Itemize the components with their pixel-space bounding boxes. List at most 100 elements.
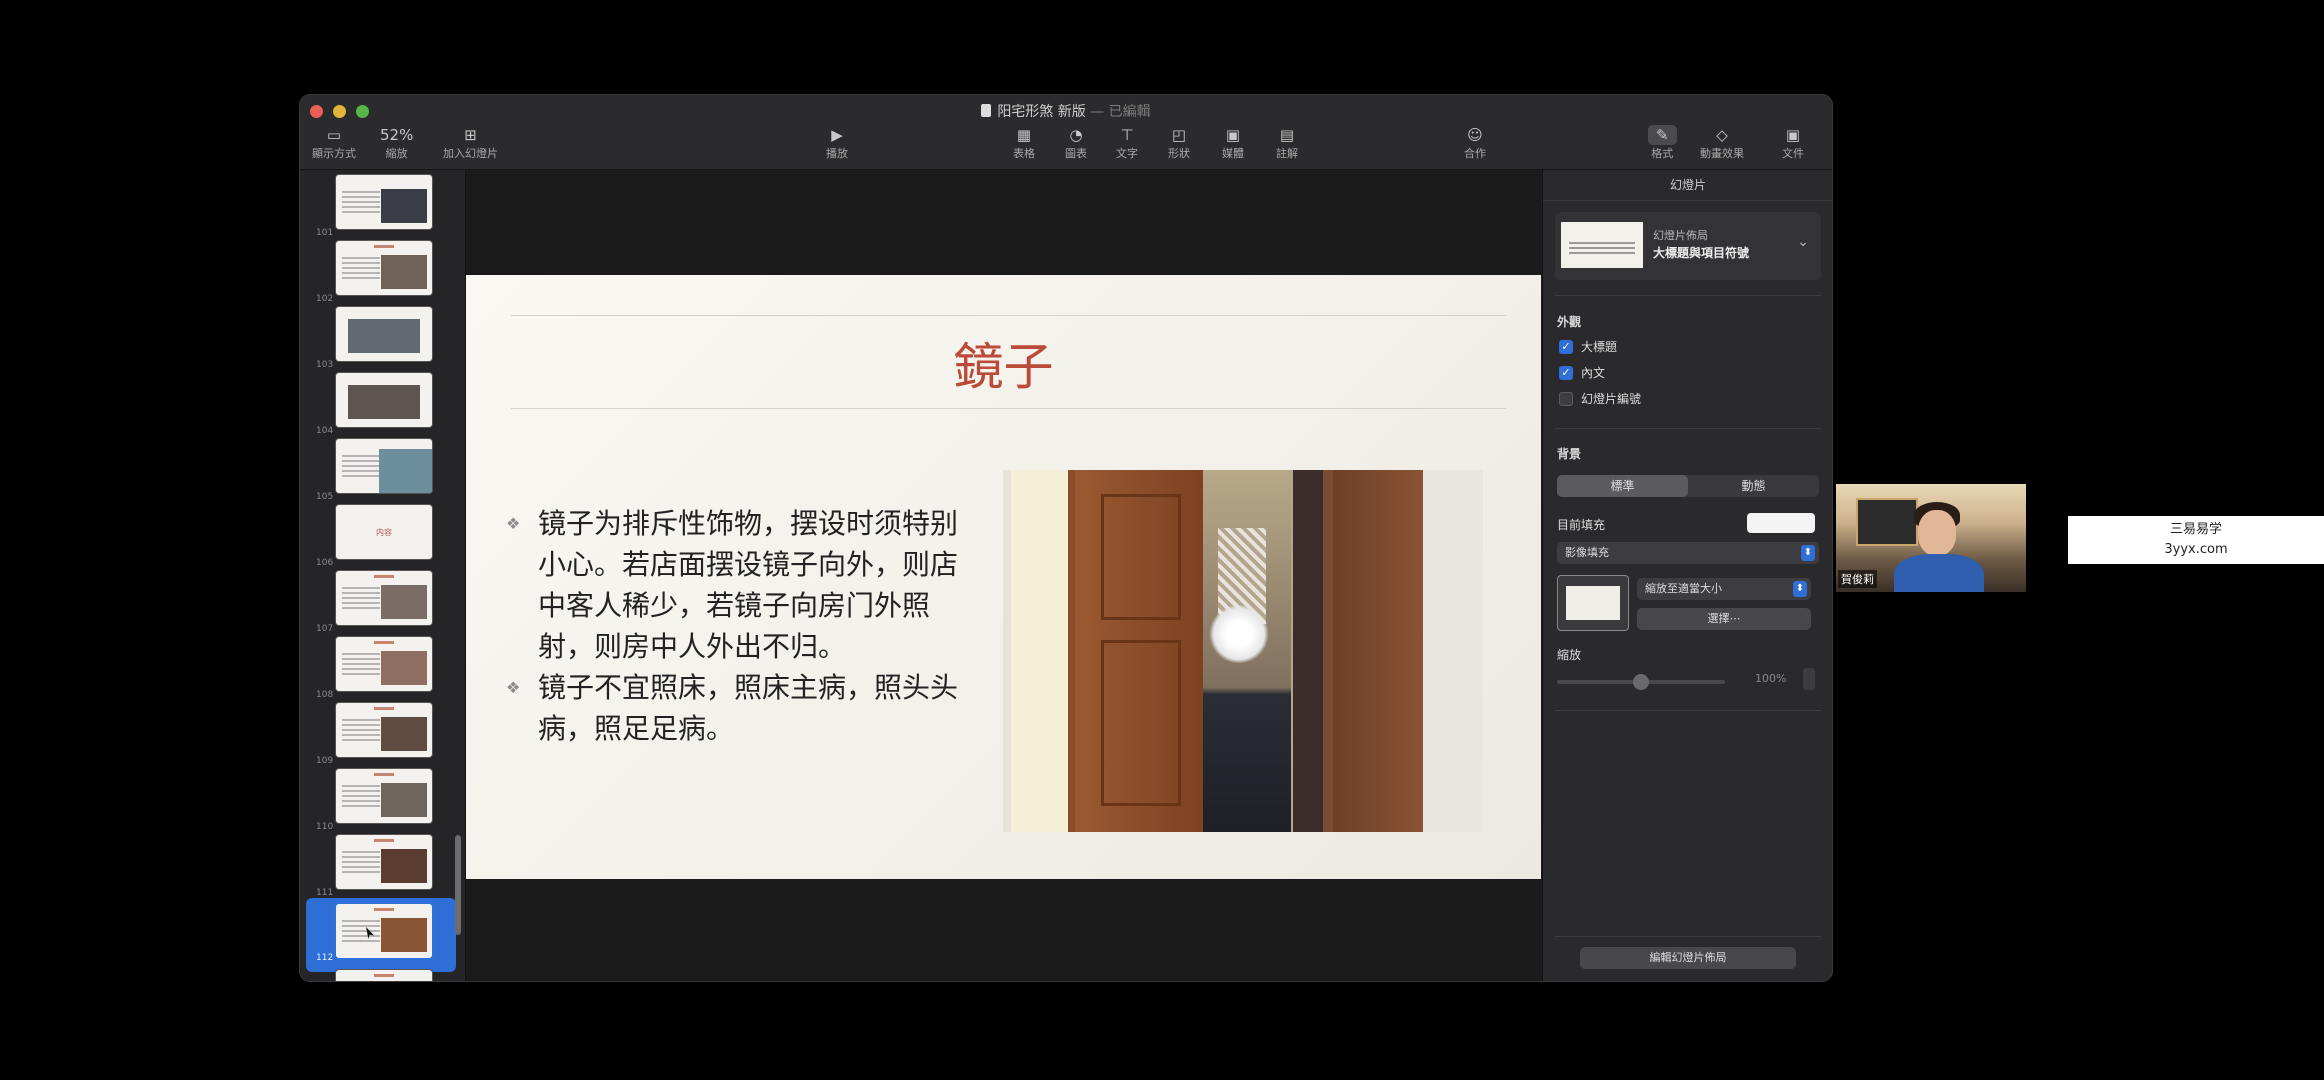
shape-button[interactable]: ◰ 形狀 <box>1168 125 1190 161</box>
wooden-door-right <box>1333 470 1423 832</box>
animate-label: 動畫效果 <box>1700 147 1744 160</box>
slide-thumbnail-102[interactable] <box>336 241 432 295</box>
slide-thumbnail-112[interactable] <box>336 904 432 958</box>
presenter-name: 賀俊莉 <box>1838 570 1877 588</box>
slide-title[interactable]: 鏡子 <box>466 327 1541 399</box>
comment-icon: ▤ <box>1279 126 1295 144</box>
table-button[interactable]: ▦ 表格 <box>1013 125 1035 161</box>
choose-image-button[interactable]: 選擇⋯ <box>1637 608 1811 630</box>
slide-number: 107 <box>316 624 334 634</box>
text-button[interactable]: ⊤ 文字 <box>1116 125 1138 161</box>
fill-color-swatch[interactable] <box>1747 513 1815 533</box>
slide-thumbnail-101[interactable] <box>336 175 432 229</box>
slide-thumbnail-104[interactable] <box>336 373 432 427</box>
slide-thumbnail-label: 内容 <box>376 528 392 537</box>
slide-number: 103 <box>316 360 334 370</box>
view-label: 顯示方式 <box>312 147 356 160</box>
slider-knob[interactable] <box>1633 674 1649 690</box>
watermark-title: 三易易学 <box>2169 522 2222 537</box>
play-icon: ▶ <box>831 126 843 144</box>
sidebar-icon: ▭ <box>326 126 342 144</box>
presenter-body <box>1894 554 1984 592</box>
play-button[interactable]: ▶ 播放 <box>826 125 848 161</box>
add-slide-icon: ⊞ <box>464 126 477 144</box>
format-brush-icon: ✎ <box>1648 125 1677 145</box>
current-slide[interactable]: 鏡子 镜子为排斥性饰物，摆设时须特别小心。若店面摆设镜子向外，则店中客人稀少，若… <box>466 275 1541 879</box>
slide-body[interactable]: 镜子为排斥性饰物，摆设时须特别小心。若店面摆设镜子向外，则店中客人稀少，若镜子向… <box>506 503 966 749</box>
add-slide-button[interactable]: ⊞ 加入幻燈片 <box>443 125 498 161</box>
text-label: 文字 <box>1116 147 1138 160</box>
keynote-window: 阳宅形煞 新版 — 已編輯 ▭ 顯示方式 52% 縮放 ⊞ 加入幻燈片 ▶ 播放… <box>300 95 1832 981</box>
body-checkbox[interactable]: ✓ 內文 <box>1559 364 1605 381</box>
chevron-down-icon: ⌄ <box>1797 234 1809 250</box>
zoom-button[interactable]: 52% 縮放 <box>380 125 413 161</box>
slide-thumbnail-109[interactable] <box>336 703 432 757</box>
background-heading: 背景 <box>1557 447 1582 461</box>
slide-thumbnail-105[interactable] <box>336 439 432 493</box>
slide-thumbnail-106[interactable]: 内容 <box>336 505 432 559</box>
image-well[interactable] <box>1557 575 1629 631</box>
title-checkbox[interactable]: ✓ 大標題 <box>1559 338 1617 355</box>
orchid-flowers <box>1208 605 1270 663</box>
collaborate-label: 合作 <box>1464 147 1486 160</box>
slide-layout-picker[interactable]: 幻燈片佈局 大標題與項目符號 ⌄ <box>1555 212 1821 280</box>
slide-number: 112 <box>316 953 334 963</box>
slide-thumbnail-110[interactable] <box>336 769 432 823</box>
layout-value: 大標題與項目符號 <box>1653 246 1750 260</box>
scale-slider[interactable] <box>1557 674 1725 690</box>
chart-button[interactable]: ◔ 圖表 <box>1065 125 1087 161</box>
chart-icon: ◔ <box>1069 126 1083 144</box>
scale-value[interactable]: 100% <box>1755 672 1786 685</box>
document-button[interactable]: ▣ 文件 <box>1782 125 1804 161</box>
checkmark-icon: ✓ <box>1559 365 1573 380</box>
media-label: 媒體 <box>1222 147 1244 160</box>
comment-button[interactable]: ▤ 註解 <box>1276 125 1298 161</box>
bullet-item: 镜子为排斥性饰物，摆设时须特别小心。若店面摆设镜子向外，则店中客人稀少，若镜子向… <box>506 503 966 667</box>
slide-number: 104 <box>316 426 334 436</box>
body-checkbox-label: 內文 <box>1581 366 1606 380</box>
dynamic-segment[interactable]: 動態 <box>1688 475 1819 497</box>
zoom-value: 52% <box>380 126 414 144</box>
navigator-scrollbar[interactable] <box>455 835 461 935</box>
collaborate-icon: ☺ <box>1467 126 1483 144</box>
view-button[interactable]: ▭ 顯示方式 <box>312 125 356 161</box>
title-rule-top <box>511 315 1506 316</box>
animate-button[interactable]: ◇ 動畫效果 <box>1700 125 1744 161</box>
scale-stepper[interactable] <box>1803 668 1815 690</box>
layout-preview <box>1561 222 1643 268</box>
media-button[interactable]: ▣ 媒體 <box>1222 125 1244 161</box>
table-label: 表格 <box>1013 147 1035 160</box>
collaborate-button[interactable]: ☺ 合作 <box>1464 125 1486 161</box>
table-icon: ▦ <box>1016 126 1032 144</box>
slide-thumbnail-108[interactable] <box>336 637 432 691</box>
doorway-photo[interactable] <box>1003 470 1483 832</box>
document-status: — 已編輯 <box>1090 104 1151 120</box>
slide-thumbnail-113[interactable] <box>336 970 432 981</box>
slide-number: 105 <box>316 492 334 502</box>
slide-number-checkbox[interactable]: 幻燈片編號 <box>1559 390 1641 407</box>
media-icon: ▣ <box>1225 126 1241 144</box>
bullet-item: 镜子不宜照床，照床主病，照头头病，照足足病。 <box>506 667 966 749</box>
slide-canvas: 鏡子 镜子为排斥性饰物，摆设时须特别小心。若店面摆设镜子向外，则店中客人稀少，若… <box>466 170 1541 981</box>
watermark-url: 3yyx.com <box>2164 542 2228 557</box>
scale-mode-dropdown[interactable]: 縮放至適當大小 <box>1637 578 1811 600</box>
slide-number: 106 <box>316 558 334 568</box>
document-label: 文件 <box>1782 147 1804 160</box>
format-button[interactable]: ✎ 格式 <box>1648 125 1677 161</box>
zoom-label: 縮放 <box>385 147 408 160</box>
shape-label: 形狀 <box>1168 147 1190 160</box>
standard-segment[interactable]: 標準 <box>1557 475 1688 497</box>
fill-type-dropdown[interactable]: 影像填充 <box>1557 542 1819 564</box>
add-slide-label: 加入幻燈片 <box>443 147 498 160</box>
slide-number: 101 <box>316 228 334 238</box>
background-tv <box>1856 498 1918 546</box>
document-name: 阳宅形煞 新版 <box>997 104 1086 120</box>
slide-number: 111 <box>316 888 334 898</box>
shape-icon: ◰ <box>1171 126 1187 144</box>
slide-thumbnail-103[interactable] <box>336 307 432 361</box>
slide-thumbnail-107[interactable] <box>336 571 432 625</box>
slide-thumbnail-111[interactable] <box>336 835 432 889</box>
edit-slide-layout-button[interactable]: 編輯幻燈片佈局 <box>1580 947 1796 969</box>
chart-label: 圖表 <box>1065 147 1087 160</box>
slide-navigator[interactable]: 101 102 103 104 105 内容 106 107 108 109 1… <box>300 170 466 981</box>
